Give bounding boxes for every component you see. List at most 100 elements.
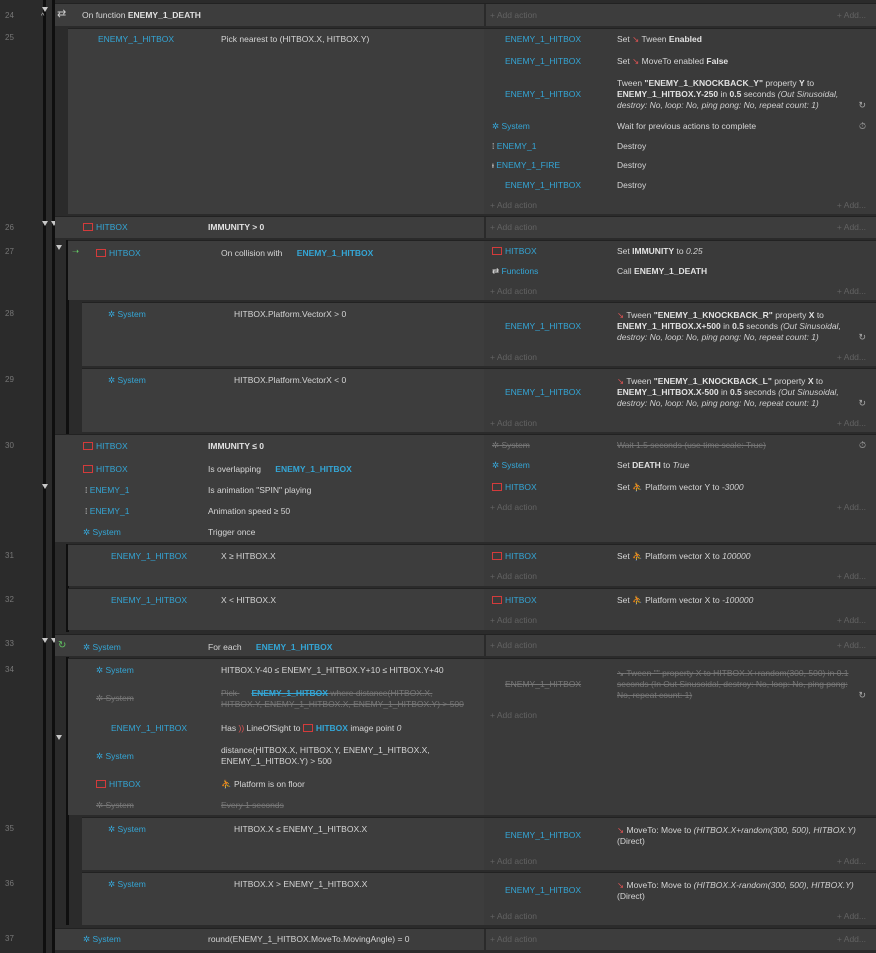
- event-28[interactable]: ✲ System HITBOX.Platform.VectorX > 0 ENE…: [82, 302, 876, 366]
- action-destroy-hitbox[interactable]: ENEMY_1_HITBOX: [492, 180, 581, 191]
- collapse-toggle[interactable]: [42, 638, 48, 643]
- add-more-link[interactable]: + Add...: [837, 352, 866, 363]
- action-tween-knockback-l[interactable]: ENEMY_1_HITBOX: [492, 387, 581, 398]
- line-number: 32: [5, 595, 14, 604]
- add-action-link[interactable]: + Add action: [490, 418, 537, 429]
- add-more-link[interactable]: + Add...: [837, 502, 866, 513]
- event-32[interactable]: ENEMY_1_HITBOX X < HITBOX.X HITBOX Set ⛹…: [68, 588, 876, 630]
- action-destroy-enemy[interactable]: ⁞ ENEMY_1: [492, 141, 536, 152]
- action-wait-disabled[interactable]: ✲ System: [492, 440, 530, 451]
- add-more-link[interactable]: + Add...: [837, 856, 866, 867]
- add-action-link[interactable]: + Add action: [490, 710, 537, 721]
- condition-x-right[interactable]: ✲ System: [108, 879, 146, 890]
- add-more-link[interactable]: + Add...: [837, 10, 866, 21]
- event-34[interactable]: ✲ System HITBOX.Y-40 ≤ ENEMY_1_HITBOX.Y+…: [68, 658, 876, 815]
- action-tween-enable[interactable]: ENEMY_1_HITBOX: [492, 34, 581, 45]
- action-set-vector-x-negative[interactable]: HITBOX: [492, 595, 537, 606]
- event-36[interactable]: ✲ System HITBOX.X > ENEMY_1_HITBOX.X ENE…: [82, 872, 876, 925]
- condition-vectorx-negative[interactable]: ✲ System: [108, 375, 146, 386]
- add-action-link[interactable]: + Add action: [490, 934, 537, 945]
- condition-is-animation-playing[interactable]: ⁞ ENEMY_1: [85, 485, 129, 496]
- action-set-death[interactable]: ✲ System: [492, 460, 530, 471]
- action-wait[interactable]: ✲ System: [492, 121, 530, 132]
- add-more-link[interactable]: + Add...: [837, 222, 866, 233]
- collapse-toggle[interactable]: [42, 484, 48, 489]
- add-action-link[interactable]: + Add action: [490, 222, 537, 233]
- add-action-link[interactable]: + Add action: [490, 911, 537, 922]
- action-set-immunity[interactable]: HITBOX: [492, 246, 537, 257]
- add-more-link[interactable]: + Add...: [837, 200, 866, 211]
- event-33[interactable]: ↻ ✲ System For each ENEMY_1_HITBOX + Add…: [55, 634, 876, 656]
- condition-immunity-positive[interactable]: HITBOX: [83, 222, 128, 233]
- condition-x-less[interactable]: ENEMY_1_HITBOX: [98, 595, 187, 606]
- event-26[interactable]: HITBOX IMMUNITY > 0 + Add action + Add..…: [55, 216, 876, 238]
- add-more-link[interactable]: + Add...: [837, 911, 866, 922]
- condition-x-greater[interactable]: ENEMY_1_HITBOX: [98, 551, 187, 562]
- line-number: 27: [5, 247, 14, 256]
- action-move-to-left[interactable]: ENEMY_1_HITBOX: [492, 885, 581, 896]
- add-action-link[interactable]: + Add action: [490, 615, 537, 626]
- condition-on-floor[interactable]: HITBOX: [96, 779, 141, 790]
- line-number: 31: [5, 551, 14, 560]
- function-icon: ⇄: [57, 8, 67, 20]
- event-29[interactable]: ✲ System HITBOX.Platform.VectorX < 0 ENE…: [82, 368, 876, 432]
- event-35[interactable]: ✲ System HITBOX.X ≤ ENEMY_1_HITBOX.X ENE…: [82, 817, 876, 870]
- action-call-function[interactable]: ⇄ Functions: [492, 266, 538, 277]
- add-action-link[interactable]: + Add action: [490, 10, 537, 21]
- action-set-vector-y[interactable]: HITBOX: [492, 482, 537, 493]
- action-tween-knockback-r[interactable]: ENEMY_1_HITBOX: [492, 321, 581, 332]
- action-moveto-disable[interactable]: ENEMY_1_HITBOX: [492, 56, 581, 67]
- action-move-to-right[interactable]: ENEMY_1_HITBOX: [492, 830, 581, 841]
- condition-every-disabled[interactable]: ✲ System: [96, 800, 134, 811]
- event-27[interactable]: ➝ HITBOX On collision with ENEMY_1_HITBO…: [68, 240, 876, 300]
- add-more-link[interactable]: + Add...: [837, 571, 866, 582]
- event-30[interactable]: HITBOX IMMUNITY ≤ 0 HITBOX Is overlappin…: [55, 434, 876, 542]
- line-number: 36: [5, 879, 14, 888]
- add-more-link[interactable]: + Add...: [837, 418, 866, 429]
- action-text: Tween "ENEMY_1_KNOCKBACK_Y" property Y t…: [617, 78, 839, 110]
- add-action-link[interactable]: + Add action: [490, 856, 537, 867]
- platform-icon: ⛹: [221, 779, 232, 789]
- action-set-vector-x-positive[interactable]: HITBOX: [492, 551, 537, 562]
- condition-text: X ≥ HITBOX.X: [221, 551, 276, 561]
- condition-animation-speed[interactable]: ⁞ ENEMY_1: [85, 506, 129, 517]
- condition-on-collision[interactable]: HITBOX: [96, 248, 141, 259]
- add-more-link[interactable]: + Add...: [837, 615, 866, 626]
- collapse-toggle[interactable]: [42, 7, 48, 12]
- event-31[interactable]: ENEMY_1_HITBOX X ≥ HITBOX.X HITBOX Set ⛹…: [68, 544, 876, 586]
- condition-vectorx-positive[interactable]: ✲ System: [108, 309, 146, 320]
- event-25[interactable]: ENEMY_1_HITBOX Pick nearest to (HITBOX.X…: [68, 28, 876, 214]
- condition-y-range[interactable]: ✲ System: [96, 665, 134, 676]
- condition-trigger-once[interactable]: ✲ System: [83, 527, 121, 538]
- add-action-link[interactable]: + Add action: [490, 352, 537, 363]
- add-action-link[interactable]: + Add action: [490, 286, 537, 297]
- condition-is-overlapping[interactable]: HITBOX: [83, 464, 128, 475]
- condition-immunity-zero[interactable]: HITBOX: [83, 441, 128, 452]
- condition-for-each[interactable]: ✲ System: [83, 642, 121, 653]
- line-of-sight-icon: )): [238, 723, 245, 733]
- add-action-link[interactable]: + Add action: [490, 200, 537, 211]
- condition-text: distance(HITBOX.X, HITBOX.Y, ENEMY_1_HIT…: [221, 745, 430, 766]
- condition-pick-nearest[interactable]: ENEMY_1_HITBOX: [98, 34, 174, 45]
- action-tween-disabled[interactable]: ENEMY_1_HITBOX: [492, 679, 581, 690]
- event-37[interactable]: ✲ System round(ENEMY_1_HITBOX.MoveTo.Mov…: [55, 928, 876, 950]
- condition-x-left[interactable]: ✲ System: [108, 824, 146, 835]
- add-action-link[interactable]: + Add action: [490, 571, 537, 582]
- add-action-link[interactable]: + Add action: [490, 502, 537, 513]
- collapse-toggle[interactable]: [56, 735, 62, 740]
- action-tween-knockback-y[interactable]: ENEMY_1_HITBOX: [492, 89, 581, 100]
- add-action-link[interactable]: + Add action: [490, 640, 537, 651]
- add-more-link[interactable]: + Add...: [837, 934, 866, 945]
- condition-moving-angle[interactable]: ✲ System: [83, 934, 121, 945]
- expand-toggle[interactable]: ^: [41, 13, 44, 20]
- add-more-link[interactable]: + Add...: [837, 640, 866, 651]
- condition-distance[interactable]: ✲ System: [96, 751, 134, 762]
- add-more-link[interactable]: + Add...: [837, 286, 866, 297]
- event-24[interactable]: ⇄ On function ENEMY_1_DEATH + Add action…: [55, 3, 876, 26]
- condition-pick-disabled[interactable]: ✲ System: [96, 693, 134, 704]
- condition-has-line-of-sight[interactable]: ENEMY_1_HITBOX: [98, 723, 187, 734]
- action-destroy-fire[interactable]: ᵻ ENEMY_1_FIRE: [492, 160, 560, 171]
- collapse-toggle[interactable]: [42, 221, 48, 226]
- actions-column: ✲ System Wait 1.5 seconds (use time scal…: [484, 435, 876, 542]
- collapse-toggle[interactable]: [56, 245, 62, 250]
